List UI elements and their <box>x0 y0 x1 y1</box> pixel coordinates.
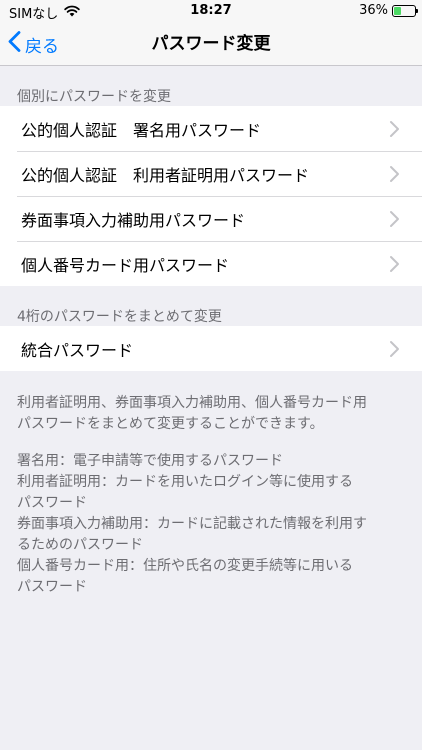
list-item-signature-password[interactable]: 公的個人認証 署名用パスワード <box>0 106 422 151</box>
footer-note-line: パスワード <box>17 495 87 511</box>
footer-note-line: 利用者証明用：カードを用いたログイン等に使用する <box>17 474 353 490</box>
status-right: 36% <box>359 3 418 18</box>
back-button[interactable]: 戻る <box>8 22 59 66</box>
list-item-label: 公的個人認証 利用者証明用パスワード <box>21 165 310 185</box>
navigation-bar: 戻る パスワード変更 <box>0 22 422 66</box>
footer-note-line: 券面事項入力補助用：カードに記載された情報を利用す <box>17 516 367 532</box>
chevron-right-icon <box>390 121 399 137</box>
chevron-right-icon <box>390 341 399 357</box>
list-item-label: 統合パスワード <box>21 340 134 360</box>
status-bar: SIMなし 18:27 36% <box>0 0 422 22</box>
list-item-user-certificate-password[interactable]: 公的個人認証 利用者証明用パスワード <box>0 151 422 196</box>
footer-notes: 署名用：電子申請等で使用するパスワード 利用者証明用：カードを用いたログイン等に… <box>17 451 409 598</box>
footer-note-line: 署名用：電子申請等で使用するパスワード <box>17 453 283 469</box>
battery-fill <box>394 6 402 15</box>
chevron-left-icon <box>8 31 21 57</box>
bulk-password-list: 統合パスワード <box>0 326 422 371</box>
section-header-bulk: 4桁のパスワードをまとめて変更 <box>17 309 222 325</box>
chevron-right-icon <box>390 211 399 227</box>
chevron-right-icon <box>390 256 399 272</box>
footer-note-line: るためのパスワード <box>17 537 143 553</box>
list-item-label: 個人番号カード用パスワード <box>21 255 230 275</box>
list-item-card-info-input-password[interactable]: 券面事項入力補助用パスワード <box>0 196 422 241</box>
list-item-label: 券面事項入力補助用パスワード <box>21 210 246 230</box>
footer-description-line: 利用者証明用、券面事項入力補助用、個人番号カード用 <box>17 395 367 411</box>
footer-note-line: パスワード <box>17 579 87 595</box>
section-header-individual: 個別にパスワードを変更 <box>17 89 171 105</box>
chevron-right-icon <box>390 166 399 182</box>
battery-icon <box>392 4 418 17</box>
back-button-label: 戻る <box>25 36 59 57</box>
footer-description: 利用者証明用、券面事項入力補助用、個人番号カード用 パスワードをまとめて変更する… <box>17 393 409 435</box>
list-item-my-number-card-password[interactable]: 個人番号カード用パスワード <box>0 241 422 286</box>
page-title: パスワード変更 <box>151 34 271 54</box>
list-item-label: 公的個人認証 署名用パスワード <box>21 120 262 140</box>
footer-description-line: パスワードをまとめて変更することができます。 <box>17 416 324 432</box>
footer-note-line: 個人番号カード用：住所や氏名の変更手続等に用いる <box>17 558 353 574</box>
list-item-integrated-password[interactable]: 統合パスワード <box>0 326 422 371</box>
battery-percent: 36% <box>359 3 388 18</box>
individual-password-list: 公的個人認証 署名用パスワード 公的個人認証 利用者証明用パスワード 券面事項入… <box>0 106 422 286</box>
